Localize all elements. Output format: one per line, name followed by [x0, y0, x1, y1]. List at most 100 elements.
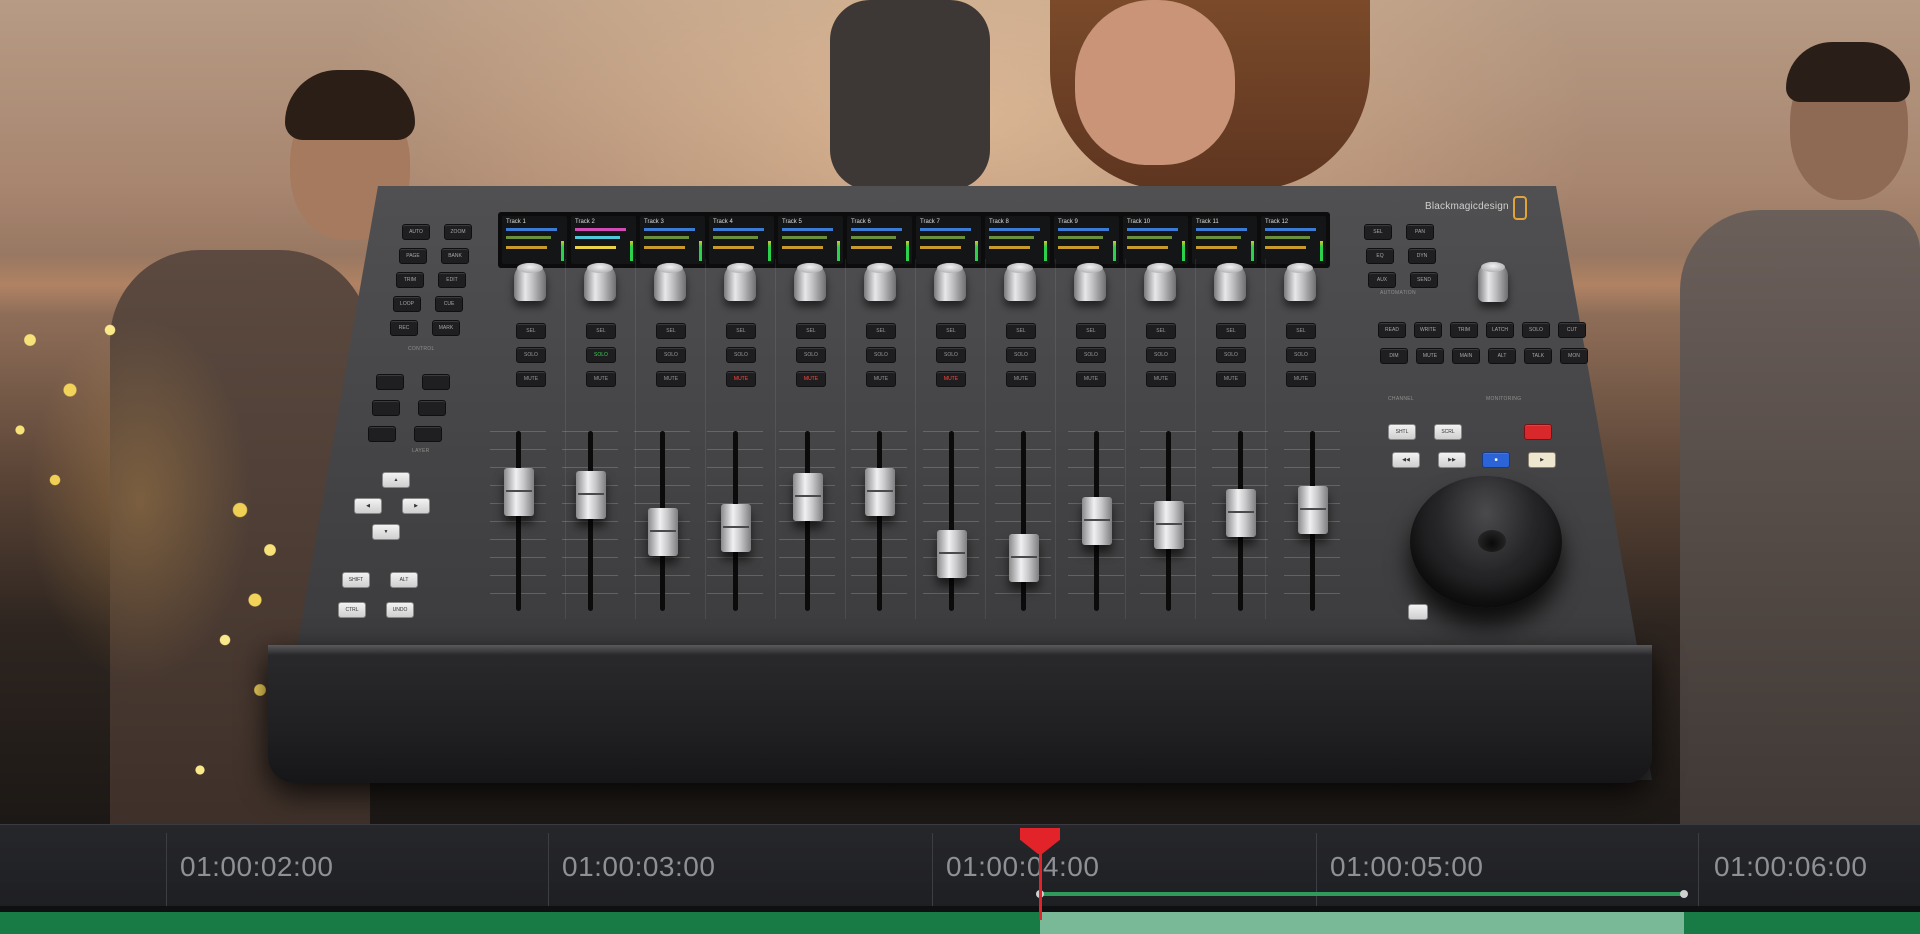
- channel-monitor-button[interactable]: MAIN: [1452, 348, 1480, 364]
- channel-monitor-button[interactable]: TALK: [1524, 348, 1552, 364]
- channel-solo-button[interactable]: SOLO: [796, 347, 826, 363]
- channel-solo-button[interactable]: SOLO: [656, 347, 686, 363]
- play-button[interactable]: ▶: [1528, 452, 1556, 468]
- channel-mute-button[interactable]: MUTE: [586, 371, 616, 387]
- channel-sel-button[interactable]: SEL: [1146, 323, 1176, 339]
- rewind-button[interactable]: ◀◀: [1392, 452, 1420, 468]
- channel-knob[interactable]: [584, 263, 616, 301]
- channel-knob[interactable]: [1284, 263, 1316, 301]
- automation-button[interactable]: AUX: [1368, 272, 1396, 288]
- channel-sel-button[interactable]: SEL: [656, 323, 686, 339]
- channel-sel-button[interactable]: SEL: [866, 323, 896, 339]
- channel-knob[interactable]: [794, 263, 826, 301]
- channel-solo-button[interactable]: SOLO: [1286, 347, 1316, 363]
- channel-mute-button[interactable]: MUTE: [1216, 371, 1246, 387]
- channel-sel-button[interactable]: SEL: [1006, 323, 1036, 339]
- channel-monitor-button[interactable]: CUT: [1558, 322, 1586, 338]
- fader-cap[interactable]: [648, 507, 679, 556]
- control-button[interactable]: AUTO: [402, 224, 430, 240]
- fader-cap[interactable]: [1298, 486, 1329, 535]
- fader-cap[interactable]: [1225, 489, 1256, 538]
- fader-cap[interactable]: [576, 470, 607, 519]
- nav-down-button[interactable]: ▼: [372, 524, 400, 540]
- modifier-button[interactable]: ALT: [390, 572, 418, 588]
- layer-button[interactable]: [414, 426, 442, 442]
- channel-solo-button[interactable]: SOLO: [866, 347, 896, 363]
- control-button[interactable]: REC: [390, 320, 418, 336]
- channel-knob[interactable]: [864, 263, 896, 301]
- channel-knob[interactable]: [654, 263, 686, 301]
- modifier-button[interactable]: UNDO: [386, 602, 414, 618]
- control-button[interactable]: EDIT: [438, 272, 466, 288]
- modifier-button[interactable]: CTRL: [338, 602, 366, 618]
- channel-monitor-button[interactable]: ALT: [1488, 348, 1516, 364]
- channel-mute-button[interactable]: MUTE: [796, 371, 826, 387]
- shuttle-button[interactable]: SHTL: [1388, 424, 1416, 440]
- layer-button[interactable]: [368, 426, 396, 442]
- channel-solo-button[interactable]: SOLO: [586, 347, 616, 363]
- control-button[interactable]: BANK: [441, 248, 469, 264]
- channel-solo-button[interactable]: SOLO: [516, 347, 546, 363]
- channel-solo-button[interactable]: SOLO: [726, 347, 756, 363]
- channel-knob[interactable]: [1214, 263, 1246, 301]
- channel-mute-button[interactable]: MUTE: [866, 371, 896, 387]
- channel-solo-button[interactable]: SOLO: [1076, 347, 1106, 363]
- range-out-dot[interactable]: [1680, 890, 1688, 898]
- control-button[interactable]: LOOP: [393, 296, 421, 312]
- jog-mode-button[interactable]: [1408, 604, 1428, 620]
- channel-sel-button[interactable]: SEL: [1216, 323, 1246, 339]
- channel-knob[interactable]: [514, 263, 546, 301]
- channel-solo-button[interactable]: SOLO: [1146, 347, 1176, 363]
- channel-sel-button[interactable]: SEL: [1286, 323, 1316, 339]
- control-button[interactable]: ZOOM: [444, 224, 472, 240]
- fast-forward-button[interactable]: ▶▶: [1438, 452, 1466, 468]
- channel-mute-button[interactable]: MUTE: [726, 371, 756, 387]
- nav-left-button[interactable]: ◀: [354, 498, 382, 514]
- selected-clip-range[interactable]: [1040, 912, 1684, 934]
- channel-mute-button[interactable]: MUTE: [1146, 371, 1176, 387]
- nav-up-button[interactable]: ▲: [382, 472, 410, 488]
- control-button[interactable]: PAGE: [399, 248, 427, 264]
- fader-cap[interactable]: [937, 530, 968, 578]
- channel-sel-button[interactable]: SEL: [516, 323, 546, 339]
- channel-mute-button[interactable]: MUTE: [656, 371, 686, 387]
- scroll-button[interactable]: SCRL: [1434, 424, 1462, 440]
- channel-solo-button[interactable]: SOLO: [936, 347, 966, 363]
- automation-button[interactable]: SEND: [1410, 272, 1438, 288]
- channel-monitor-button[interactable]: WRITE: [1414, 322, 1442, 338]
- channel-mute-button[interactable]: MUTE: [1006, 371, 1036, 387]
- channel-sel-button[interactable]: SEL: [726, 323, 756, 339]
- channel-monitor-button[interactable]: MUTE: [1416, 348, 1444, 364]
- automation-button[interactable]: SEL: [1364, 224, 1392, 240]
- record-button[interactable]: [1524, 424, 1552, 440]
- channel-monitor-button[interactable]: MON: [1560, 348, 1588, 364]
- fader-cap[interactable]: [1009, 533, 1040, 582]
- channel-knob[interactable]: [1144, 263, 1176, 301]
- channel-monitor-button[interactable]: SOLO: [1522, 322, 1550, 338]
- channel-sel-button[interactable]: SEL: [586, 323, 616, 339]
- channel-monitor-button[interactable]: TRIM: [1450, 322, 1478, 338]
- fader-cap[interactable]: [720, 503, 751, 552]
- jog-wheel[interactable]: [1410, 476, 1562, 608]
- layer-button[interactable]: [422, 374, 450, 390]
- fader-cap[interactable]: [503, 467, 534, 516]
- channel-knob[interactable]: [1004, 263, 1036, 301]
- channel-mute-button[interactable]: MUTE: [516, 371, 546, 387]
- layer-button[interactable]: [372, 400, 400, 416]
- channel-solo-button[interactable]: SOLO: [1216, 347, 1246, 363]
- control-button[interactable]: TRIM: [396, 272, 424, 288]
- fader-cap[interactable]: [1153, 500, 1184, 549]
- modifier-button[interactable]: SHIFT: [342, 572, 370, 588]
- channel-mute-button[interactable]: MUTE: [936, 371, 966, 387]
- automation-button[interactable]: EQ: [1366, 248, 1394, 264]
- channel-sel-button[interactable]: SEL: [1076, 323, 1106, 339]
- channel-mute-button[interactable]: MUTE: [1076, 371, 1106, 387]
- channel-sel-button[interactable]: SEL: [796, 323, 826, 339]
- channel-sel-button[interactable]: SEL: [936, 323, 966, 339]
- channel-knob[interactable]: [1074, 263, 1106, 301]
- channel-mute-button[interactable]: MUTE: [1286, 371, 1316, 387]
- control-button[interactable]: CUE: [435, 296, 463, 312]
- channel-solo-button[interactable]: SOLO: [1006, 347, 1036, 363]
- automation-button[interactable]: DYN: [1408, 248, 1436, 264]
- channel-monitor-button[interactable]: LATCH: [1486, 322, 1514, 338]
